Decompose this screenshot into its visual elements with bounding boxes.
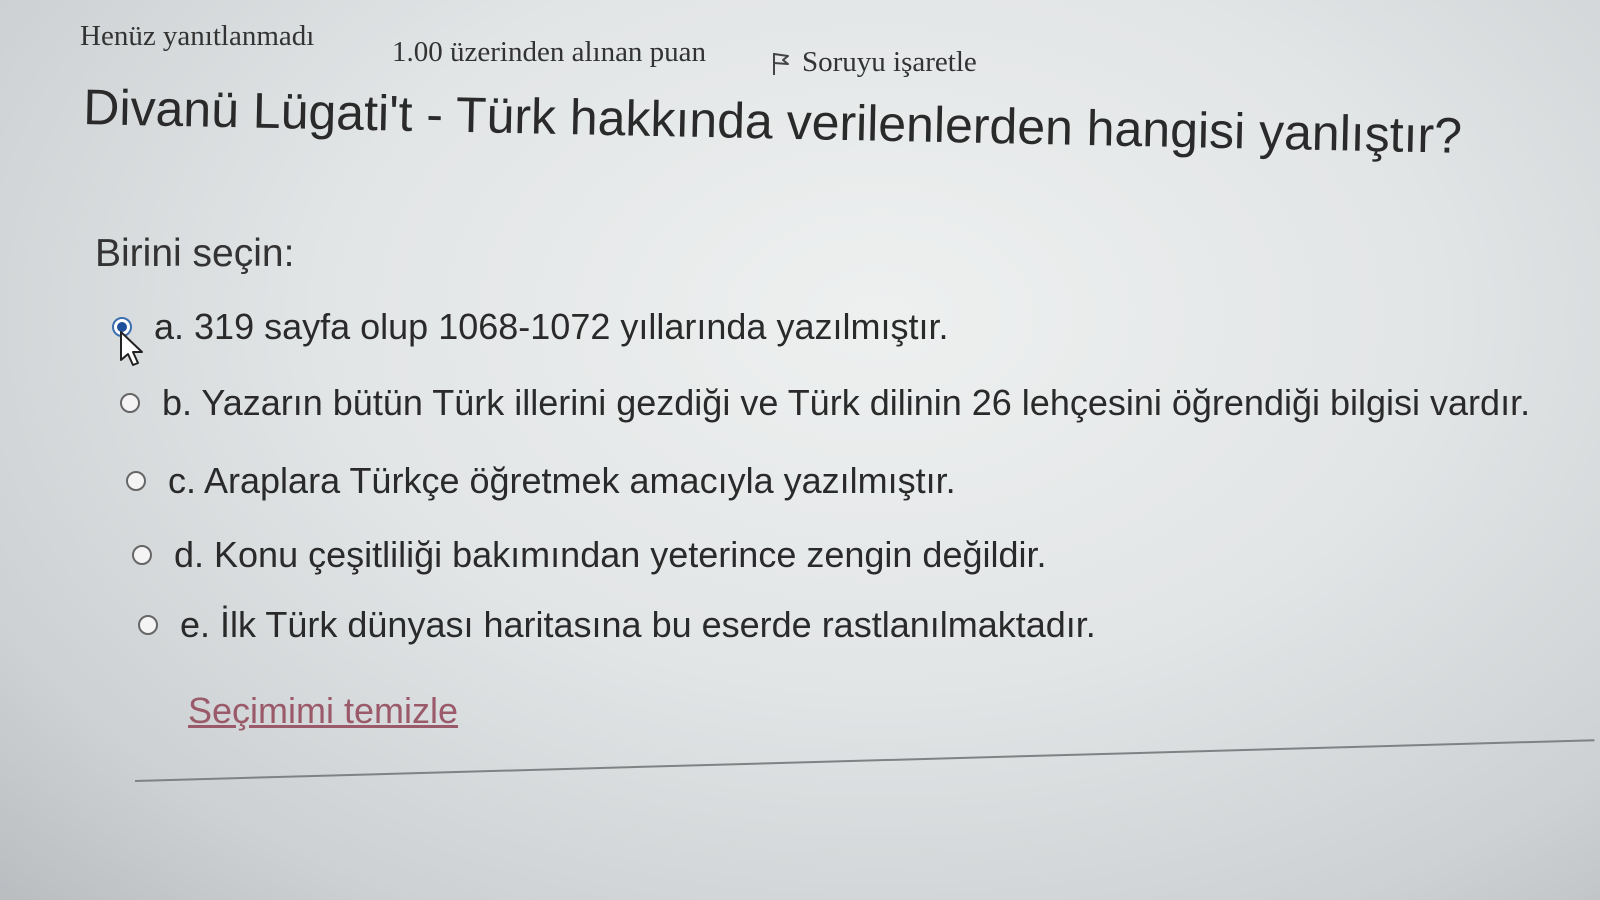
radio-button-c[interactable] [126, 471, 146, 491]
question-text: Divanü Lügati't - Türk hakkında verilenl… [82, 78, 1463, 164]
answer-label-d: d. Konu çeşitliliği bakımından yeterince… [174, 534, 1047, 575]
divider [135, 739, 1595, 782]
question-points: 1.00 üzerinden alınan puan [392, 36, 707, 68]
answer-option-c[interactable]: c. Araplara Türkçe öğretmek amacıyla yaz… [126, 460, 956, 502]
radio-button-e[interactable] [138, 615, 158, 635]
clear-selection-link[interactable]: Seçimimi temizle [188, 690, 458, 732]
answer-option-d[interactable]: d. Konu çeşitliliği bakımından yeterince… [132, 534, 1047, 576]
mouse-pointer-icon [118, 330, 150, 370]
choose-one-prompt: Birini seçin: [95, 232, 295, 275]
answer-option-b[interactable]: b. Yazarın bütün Türk illerini gezdiği v… [120, 382, 1530, 424]
answer-label-b: b. Yazarın bütün Türk illerini gezdiği v… [162, 382, 1531, 423]
flag-question-link[interactable]: Soruyu işaretle [770, 46, 977, 79]
question-status: Henüz yanıtlanmadı [80, 20, 315, 52]
answer-option-e[interactable]: e. İlk Türk dünyası haritasına bu eserde… [138, 604, 1096, 646]
radio-button-b[interactable] [120, 393, 140, 413]
answer-label-c: c. Araplara Türkçe öğretmek amacıyla yaz… [168, 460, 956, 501]
flag-icon [770, 50, 792, 76]
answer-option-a[interactable]: a. 319 sayfa olup 1068-1072 yıllarında y… [112, 306, 948, 348]
answer-label-a: a. 319 sayfa olup 1068-1072 yıllarında y… [154, 306, 949, 347]
answer-label-e: e. İlk Türk dünyası haritasına bu eserde… [180, 604, 1096, 645]
radio-button-d[interactable] [132, 545, 152, 565]
flag-question-label: Soruyu işaretle [802, 46, 977, 78]
